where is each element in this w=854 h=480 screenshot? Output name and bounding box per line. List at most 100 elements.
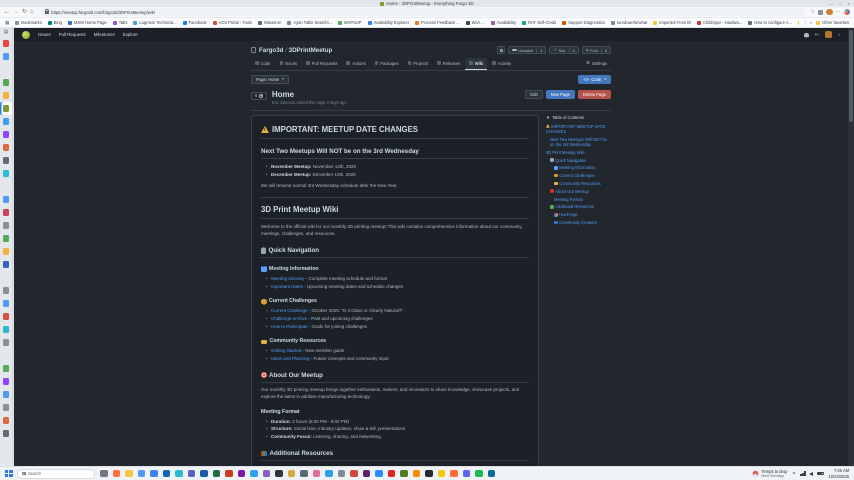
teams-icon[interactable] bbox=[187, 468, 197, 479]
vertical-tab[interactable] bbox=[0, 154, 12, 167]
repo-name-link[interactable]: 3DPrintMeetup bbox=[289, 47, 333, 54]
star-button[interactable]: ☆Star 0 bbox=[549, 46, 578, 54]
minimize-icon[interactable]: — bbox=[829, 1, 833, 6]
vertical-tab[interactable] bbox=[0, 310, 12, 323]
bookmark-item[interactable]: Bing bbox=[48, 20, 62, 25]
bookmark-item[interactable]: Logmein Technicia... bbox=[133, 20, 176, 25]
vertical-tab[interactable] bbox=[0, 401, 12, 414]
vertical-tab[interactable] bbox=[0, 115, 12, 128]
repo-tab[interactable]: Activity bbox=[488, 58, 515, 70]
powerbi-icon[interactable] bbox=[437, 468, 447, 479]
terminal-icon[interactable] bbox=[274, 468, 284, 479]
bookmark-item[interactable]: Bookmarks bbox=[15, 20, 41, 25]
back-icon[interactable]: ← bbox=[4, 9, 10, 15]
favorite-star-icon[interactable]: ☆ bbox=[811, 10, 815, 15]
vertical-tab[interactable] bbox=[0, 258, 12, 271]
repo-tab-settings[interactable]: ⚙ Settings bbox=[582, 58, 611, 70]
bookmark-item[interactable]: Imported From IE (1) bbox=[798, 20, 799, 25]
fork-button[interactable]: ψFork 0 bbox=[582, 46, 611, 54]
bookmark-item[interactable]: Wavetron bbox=[258, 20, 281, 25]
bookmark-item[interactable]: RAT Self-Credit bbox=[522, 20, 556, 25]
zoom-icon[interactable] bbox=[374, 468, 384, 479]
toc-item[interactable]: Meeting Format bbox=[546, 197, 608, 202]
scrollbar-thumb[interactable] bbox=[849, 30, 853, 122]
repo-owner-link[interactable]: Fargo3d bbox=[259, 47, 283, 54]
photos-icon[interactable] bbox=[149, 468, 159, 479]
wiki-link[interactable]: How to Participate bbox=[271, 324, 308, 329]
spotify-icon[interactable] bbox=[474, 468, 484, 479]
vertical-tab[interactable] bbox=[0, 89, 12, 102]
more-menu-icon[interactable]: ⋯ bbox=[836, 10, 841, 15]
bookmark-item[interactable]: Process Feedback ... bbox=[415, 20, 459, 25]
visual-studio-icon[interactable] bbox=[262, 468, 272, 479]
copilot-icon[interactable] bbox=[844, 9, 851, 16]
watch-count[interactable]: 1 bbox=[536, 47, 545, 53]
notifications-bell-icon[interactable] bbox=[804, 33, 809, 37]
discord-icon[interactable] bbox=[462, 468, 472, 479]
vertical-tab[interactable] bbox=[0, 427, 12, 440]
bookmark-item[interactable]: How to configure A... bbox=[748, 20, 792, 25]
vscode-icon[interactable] bbox=[249, 468, 259, 479]
forge-logo-icon[interactable] bbox=[22, 31, 30, 39]
bookmark-item[interactable]: Availability bbox=[491, 20, 516, 25]
vertical-tab[interactable] bbox=[0, 193, 12, 206]
excel-icon[interactable] bbox=[212, 468, 222, 479]
repo-tab[interactable]: Pull Requests bbox=[302, 58, 341, 70]
bookmark-item[interactable]: WAPSUP bbox=[338, 20, 362, 25]
wiki-link[interactable]: Getting Started bbox=[271, 348, 301, 353]
wiki-link[interactable]: Current Challenge bbox=[271, 308, 308, 313]
vertical-tab[interactable] bbox=[0, 362, 12, 375]
toc-item[interactable]: Next Two Meetups Will NOT be on the 3rd … bbox=[546, 137, 608, 148]
repo-tab[interactable]: Code bbox=[251, 58, 275, 70]
bookmarks-overflow-icon[interactable]: » bbox=[810, 20, 813, 25]
taskbar-search[interactable]: Search bbox=[17, 469, 95, 479]
vertical-tab[interactable] bbox=[0, 37, 12, 50]
acrobat-icon[interactable] bbox=[387, 468, 397, 479]
vertical-tab[interactable] bbox=[0, 284, 12, 297]
toc-item[interactable]: Additional Resources bbox=[546, 204, 608, 209]
system-tray[interactable] bbox=[800, 471, 823, 476]
slack-icon[interactable] bbox=[362, 468, 372, 479]
tab-actions-icon[interactable]: ▤ bbox=[4, 29, 9, 35]
toc-collapse-caret-icon[interactable]: ▼ bbox=[546, 115, 550, 120]
nav-link[interactable]: Explore bbox=[123, 32, 138, 37]
firefox-icon[interactable] bbox=[112, 468, 122, 479]
vertical-tab[interactable] bbox=[0, 349, 12, 362]
delete-page-button[interactable]: Delete Page bbox=[578, 90, 611, 99]
extensions-icon[interactable] bbox=[818, 10, 823, 15]
vertical-tab[interactable] bbox=[0, 245, 12, 258]
user-menu-caret-icon[interactable]: ▾ bbox=[838, 33, 840, 37]
edge-icon[interactable] bbox=[174, 468, 184, 479]
bookmark-item[interactable]: Ayan Table Searchi... bbox=[287, 20, 332, 25]
powerpoint-icon[interactable] bbox=[224, 468, 234, 479]
bookmark-item[interactable]: Facebook bbox=[183, 20, 207, 25]
repo-tab[interactable]: Issues bbox=[276, 58, 302, 70]
create-new-button[interactable]: +▾ bbox=[815, 32, 820, 38]
toc-item[interactable]: About Our Meetup bbox=[546, 189, 608, 194]
nav-link[interactable]: Pull Requests bbox=[59, 32, 86, 37]
bookmark-item[interactable]: Tabs bbox=[113, 20, 128, 25]
bookmark-item[interactable]: ACS Portal - Tools bbox=[213, 20, 252, 25]
revisions-button[interactable]: 6 bbox=[251, 92, 267, 100]
edit-button[interactable]: Edit bbox=[525, 90, 542, 99]
vertical-tab[interactable] bbox=[0, 219, 12, 232]
bookmark-item[interactable]: MSW Home Page bbox=[68, 20, 107, 25]
vertical-tab[interactable] bbox=[0, 76, 12, 89]
vertical-tab[interactable] bbox=[0, 206, 12, 219]
repo-tab[interactable]: Releases bbox=[433, 58, 464, 70]
toc-item[interactable]: HueForge bbox=[546, 212, 608, 217]
7zip-icon[interactable] bbox=[399, 468, 409, 479]
forward-icon[interactable]: → bbox=[13, 9, 19, 15]
vertical-tab[interactable] bbox=[0, 414, 12, 427]
toc-item[interactable]: 3D Print Meetup Wiki bbox=[546, 150, 608, 155]
vertical-tab[interactable] bbox=[0, 271, 12, 284]
settings-icon[interactable] bbox=[337, 468, 347, 479]
bookmark-item[interactable]: turndownforwhat bbox=[611, 20, 647, 25]
toc-item[interactable]: Current Challenges bbox=[546, 173, 608, 178]
toc-item[interactable]: Community Resources bbox=[546, 181, 608, 186]
github-icon[interactable] bbox=[424, 468, 434, 479]
wiki-link[interactable]: Important Dates bbox=[271, 284, 303, 289]
unwatch-button[interactable]: Unwatch 1 bbox=[508, 46, 546, 54]
vertical-tab[interactable] bbox=[0, 232, 12, 245]
paint-icon[interactable] bbox=[312, 468, 322, 479]
